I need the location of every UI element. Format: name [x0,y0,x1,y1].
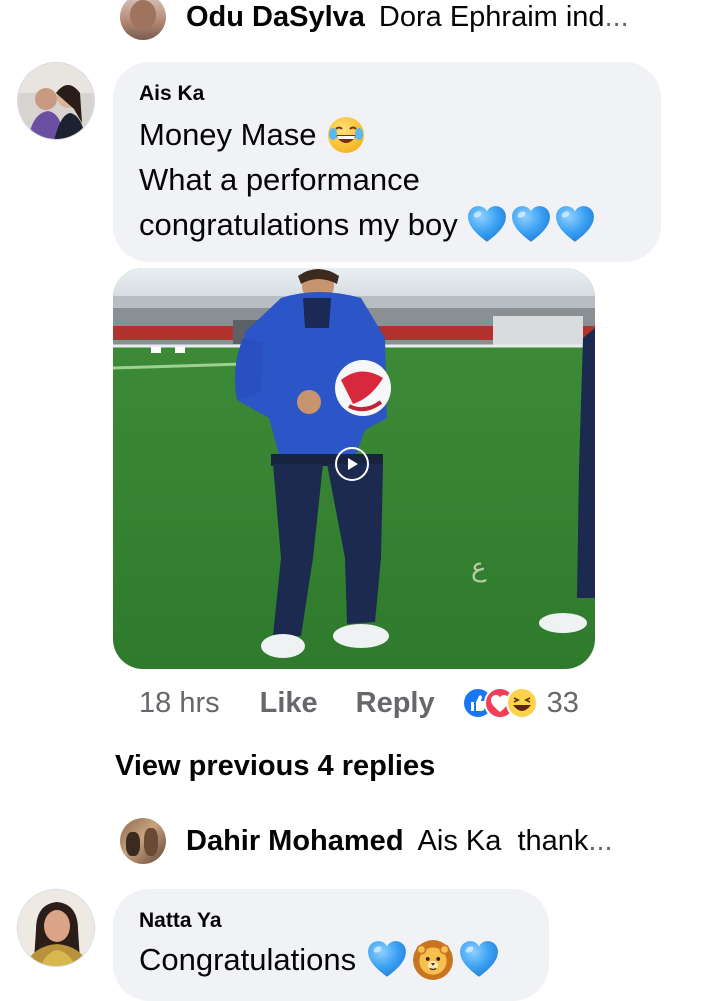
profile-photo [18,890,94,966]
comment-author[interactable]: Ais Ka [139,82,661,106]
reaction-count: 33 [546,686,579,719]
comment-line: congratulations my boy [139,202,661,247]
ellipsis: ... [604,0,629,33]
reply-author[interactable]: Natta Ya [139,909,549,933]
like-button[interactable]: Like [260,687,318,720]
reply-text: Ais Ka thank [417,824,589,857]
comment-line: Money Mase [139,112,661,157]
blue-heart-emoji [510,204,552,246]
haha-reaction-icon [505,687,538,719]
profile-photo [18,63,94,139]
svg-text:ع: ع [471,553,487,583]
reply-author-name[interactable]: Dahir Mohamed [186,825,404,858]
comment-line: What a performance [139,157,661,202]
comment-timestamp[interactable]: 18 hrs [139,687,220,720]
avatar[interactable] [120,818,166,864]
lion-emoji [412,939,454,981]
blue-heart-emoji [366,939,408,981]
play-icon[interactable] [335,447,369,481]
blue-heart-emoji [458,939,500,981]
comment-meta-row: 18 hrs Like Reply 33 [139,680,579,726]
reply-text: Dora Ephraim ind [378,0,605,33]
view-previous-replies-link[interactable]: View previous 4 replies [115,750,435,783]
reaction-icons [461,687,538,719]
video-attachment[interactable]: ع [113,268,595,669]
comment-text-line-2: What a performance [139,162,420,197]
reply-preview-odu[interactable]: Odu DaSylva Dora Ephraim ind... [120,0,629,40]
avatar[interactable] [120,0,166,40]
ellipsis: ... [588,824,613,857]
comment-bubble[interactable]: Ais Ka Money Mase What a performance con… [113,62,661,262]
reply-line: Congratulations [139,937,549,982]
comment-text-line-3: congratulations my boy [139,207,458,242]
blue-heart-emoji [554,204,596,246]
blue-heart-emoji [466,204,508,246]
reply-button[interactable]: Reply [356,687,435,720]
joy-emoji [326,115,366,155]
reaction-summary[interactable]: 33 [461,686,579,720]
comment-text-line-1: Money Mase [139,117,317,152]
reply-bubble[interactable]: Natta Ya Congratulations [113,889,549,1001]
reply-preview-dahir[interactable]: Dahir Mohamed Ais Ka thank... [120,818,613,864]
avatar[interactable] [17,889,95,967]
avatar[interactable] [17,62,95,140]
reply-text: Congratulations [139,942,357,977]
reply-author-name[interactable]: Odu DaSylva [186,1,365,34]
